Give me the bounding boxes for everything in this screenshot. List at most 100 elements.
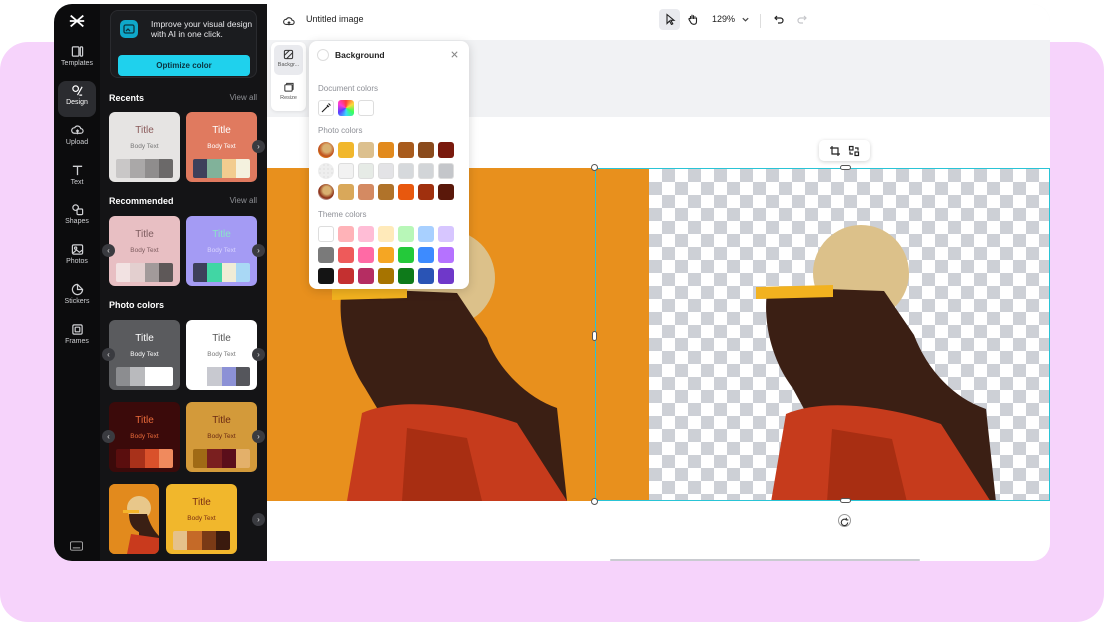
photo-color-swatch[interactable] [418,163,434,179]
photo-color-swatch[interactable] [378,142,394,158]
nav-photos[interactable]: Photos [58,240,96,276]
palette-card[interactable]: Title Body Text [186,402,257,472]
theme-color-swatch[interactable] [418,268,434,284]
theme-color-swatch[interactable] [438,268,454,284]
eyedropper-button[interactable] [318,100,334,116]
photo-color-swatch[interactable] [438,142,454,158]
theme-color-swatch[interactable] [338,268,354,284]
photo-color-swatch[interactable] [338,142,354,158]
palette-card[interactable]: Title Body Text [109,402,180,472]
photo-color-swatch[interactable] [338,163,354,179]
replace-icon[interactable] [848,144,860,157]
document-color-white-swatch[interactable] [358,100,374,116]
scroll-left-arrow[interactable]: ‹ [102,430,115,443]
palette-card[interactable]: Title Body Text [109,112,180,182]
removed-background-photo[interactable] [595,168,1050,501]
photo-color-swatch[interactable] [398,163,414,179]
photo-color-swatch[interactable] [398,184,414,200]
nav-templates[interactable]: Templates [58,42,96,78]
chevron-down-icon[interactable] [741,15,750,24]
theme-color-swatch[interactable] [378,268,394,284]
palette-card[interactable]: Title Body Text [109,320,180,390]
capcut-logo-icon[interactable] [68,12,86,30]
theme-color-swatch[interactable] [378,226,394,242]
recommended-view-all-link[interactable]: View all [230,196,257,205]
hand-tool-button[interactable] [682,9,703,30]
palette-card[interactable]: Title Body Text [186,320,257,390]
scroll-left-arrow[interactable]: ‹ [102,244,115,257]
theme-color-swatch[interactable] [338,247,354,263]
photo-color-swatch[interactable] [358,163,374,179]
resize-handle-top-left[interactable] [591,164,598,171]
theme-color-swatch[interactable] [318,268,334,284]
photo-color-swatch[interactable] [438,184,454,200]
theme-color-swatch[interactable] [418,226,434,242]
palette-card[interactable]: Title Body Text [186,216,257,286]
resize-handle-bottom[interactable] [840,498,851,503]
palette-swatch [193,449,208,468]
nav-frames[interactable]: Frames [58,320,96,356]
theme-color-swatch[interactable] [438,226,454,242]
theme-color-swatch[interactable] [358,268,374,284]
photo-color-swatch[interactable] [378,184,394,200]
photo-color-swatch[interactable] [438,163,454,179]
palette-swatch [173,531,188,550]
crop-icon[interactable] [829,144,841,156]
keyboard-icon[interactable] [70,541,83,551]
scroll-right-arrow[interactable]: › [252,430,265,443]
nav-upload[interactable]: Upload [58,121,96,157]
cutout-thumbnail-swatch[interactable] [318,184,334,200]
transparent-swatch[interactable] [318,163,334,179]
custom-color-picker-swatch[interactable] [338,100,354,116]
horizontal-scrollbar[interactable] [610,559,920,561]
close-icon[interactable] [450,50,459,59]
photo-color-swatch[interactable] [358,184,374,200]
nav-text[interactable]: Text [58,161,96,197]
zoom-level[interactable]: 129% [712,14,735,24]
nav-stickers[interactable]: Stickers [58,280,96,316]
photo-color-swatch[interactable] [338,184,354,200]
nav-shapes[interactable]: Shapes [58,200,96,236]
scroll-right-arrow[interactable]: › [252,140,265,153]
photo-color-swatch[interactable] [418,142,434,158]
photo-color-swatch[interactable] [418,184,434,200]
resize-tool-button[interactable]: Resize [274,78,303,108]
photo-thumbnail-swatch[interactable] [318,142,334,158]
photo-color-swatch[interactable] [378,163,394,179]
palette-card[interactable]: Title Body Text [166,484,237,554]
theme-color-swatch[interactable] [438,247,454,263]
resize-handle-left[interactable] [592,331,597,341]
rotate-handle[interactable] [838,514,851,527]
theme-color-swatch[interactable] [418,247,434,263]
nav-rail: Templates Design Upload Text Shapes Phot… [54,4,100,561]
document-title[interactable]: Untitled image [306,14,364,24]
photo-palette-card[interactable] [109,484,159,554]
redo-button[interactable] [791,9,812,30]
cloud-save-icon[interactable] [283,15,295,27]
theme-color-swatch[interactable] [398,226,414,242]
scroll-right-arrow[interactable]: › [252,244,265,257]
theme-color-swatch[interactable] [358,226,374,242]
theme-color-swatch[interactable] [378,247,394,263]
scroll-left-arrow[interactable]: ‹ [102,348,115,361]
theme-color-swatch[interactable] [318,226,334,242]
undo-button[interactable] [768,9,789,30]
photo-color-swatch[interactable] [358,142,374,158]
scroll-right-arrow[interactable]: › [252,513,265,526]
resize-handle-top[interactable] [840,165,851,170]
select-tool-button[interactable] [659,9,680,30]
palette-card[interactable]: Title Body Text [109,216,180,286]
photo-color-swatch[interactable] [398,142,414,158]
theme-color-swatch[interactable] [398,247,414,263]
resize-handle-bottom-left[interactable] [591,498,598,505]
theme-color-swatch[interactable] [358,247,374,263]
recents-view-all-link[interactable]: View all [230,93,257,102]
scroll-right-arrow[interactable]: › [252,348,265,361]
optimize-color-button[interactable]: Optimize color [118,55,250,76]
theme-color-swatch[interactable] [318,247,334,263]
nav-design[interactable]: Design [58,81,96,117]
background-tool-button[interactable]: Backgr... [274,45,303,75]
theme-color-swatch[interactable] [338,226,354,242]
palette-card[interactable]: Title Body Text [186,112,257,182]
theme-color-swatch[interactable] [398,268,414,284]
